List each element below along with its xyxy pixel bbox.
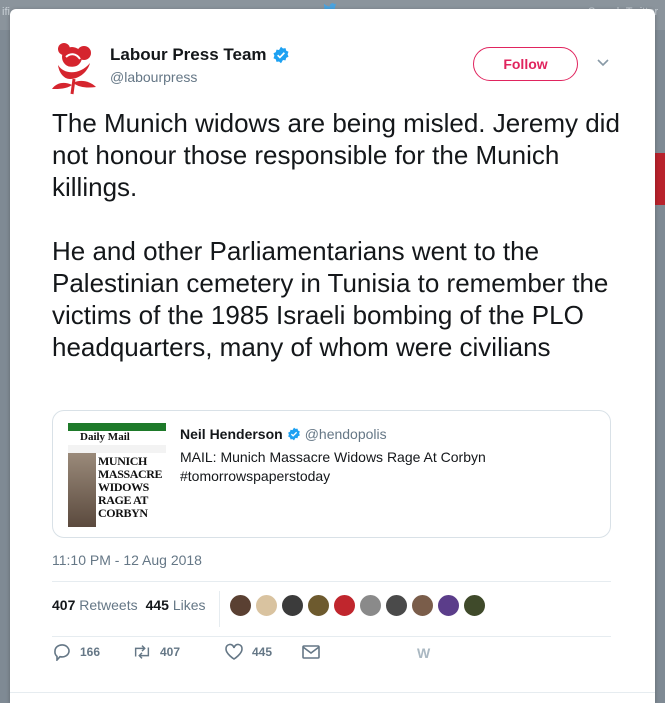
quoted-author-name[interactable]: Neil Henderson — [180, 426, 283, 442]
tweet-card: Labour Press Team @labourpress Follow Th… — [10, 9, 655, 703]
liker-avatar[interactable] — [281, 594, 304, 617]
newspaper-thumbnail[interactable]: Daily Mail MUNICH MASSACRE WIDOWS RAGE A… — [68, 423, 166, 527]
author-name[interactable]: Labour Press Team — [110, 45, 290, 65]
liker-avatar[interactable] — [385, 594, 408, 617]
topbar-left-text: ifi — [2, 6, 10, 18]
reply-action[interactable]: 166 — [52, 643, 100, 661]
divider — [10, 692, 655, 693]
quoted-author[interactable]: Neil Henderson @hendopolis — [180, 426, 387, 442]
like-count: 445 — [252, 645, 273, 659]
liker-avatar[interactable] — [307, 594, 330, 617]
divider — [52, 636, 611, 637]
background-red-edge — [655, 153, 665, 205]
thumbnail-green-band — [68, 423, 166, 431]
tweet-paragraph-2: He and other Parliamentarians went to th… — [52, 236, 609, 362]
tweet-text: The Munich widows are being misled. Jere… — [52, 107, 632, 395]
liker-avatar[interactable] — [359, 594, 382, 617]
liker-avatar[interactable] — [229, 594, 252, 617]
heart-icon — [225, 643, 243, 660]
author-name-text[interactable]: Labour Press Team — [110, 45, 267, 65]
like-action[interactable]: 445 — [224, 643, 272, 661]
tweet-paragraph-1: The Munich widows are being misled. Jere… — [52, 108, 620, 202]
follow-button[interactable]: Follow — [473, 47, 578, 81]
labour-rose-logo-icon — [52, 43, 96, 95]
retweets-count: 407 — [52, 597, 76, 613]
thumbnail-strapline — [68, 445, 166, 453]
likes-label: Likes — [172, 597, 206, 613]
tweet-actions: 166 407 445 W — [52, 643, 552, 665]
reply-count: 166 — [80, 645, 101, 659]
direct-message-action[interactable] — [301, 643, 321, 661]
w-icon[interactable]: W — [417, 645, 430, 661]
verified-badge-icon — [273, 46, 289, 64]
retweets-stat[interactable]: 407 Retweets — [52, 597, 138, 613]
liker-avatar[interactable] — [255, 594, 278, 617]
stats-divider — [219, 591, 220, 627]
author-handle[interactable]: @labourpress — [110, 69, 197, 85]
quoted-tweet[interactable]: Daily Mail MUNICH MASSACRE WIDOWS RAGE A… — [52, 410, 611, 538]
tweet-stats: 407 Retweets 445 Likes — [52, 597, 206, 613]
liker-avatar[interactable] — [463, 594, 486, 617]
liker-avatar[interactable] — [437, 594, 460, 617]
likes-stat[interactable]: 445 Likes — [146, 597, 206, 613]
quoted-author-handle[interactable]: @hendopolis — [305, 426, 387, 442]
thumbnail-masthead: Daily Mail — [68, 431, 166, 445]
liker-avatar[interactable] — [411, 594, 434, 617]
liker-avatar[interactable] — [333, 594, 356, 617]
reply-icon — [54, 644, 70, 661]
thumbnail-headline: MUNICH MASSACRE WIDOWS RAGE AT CORBYN — [96, 453, 166, 527]
retweet-icon — [134, 645, 150, 659]
tweet-timestamp[interactable]: 11:10 PM - 12 Aug 2018 — [52, 552, 202, 568]
quoted-hashtag[interactable]: #tomorrowspaperstoday — [180, 467, 486, 486]
verified-badge-icon — [287, 427, 300, 441]
chevron-down-icon[interactable] — [597, 59, 609, 67]
retweet-count: 407 — [160, 645, 181, 659]
likes-count: 445 — [145, 597, 169, 613]
quoted-line-1: MAIL: Munich Massacre Widows Rage At Cor… — [180, 449, 486, 465]
envelope-icon — [302, 645, 320, 659]
retweets-label: Retweets — [79, 597, 138, 613]
liker-avatars — [229, 594, 486, 617]
divider — [52, 581, 611, 582]
quoted-tweet-text: MAIL: Munich Massacre Widows Rage At Cor… — [180, 448, 486, 486]
retweet-action[interactable]: 407 — [132, 643, 180, 661]
